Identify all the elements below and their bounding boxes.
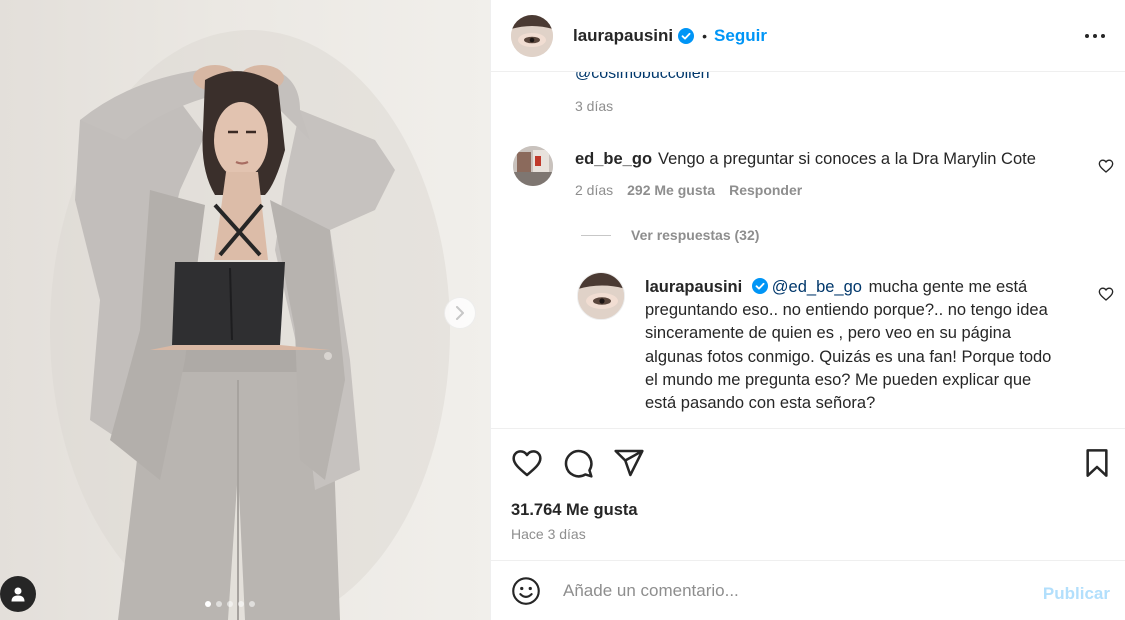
verified-badge-icon	[751, 278, 768, 294]
carousel-dot	[238, 601, 244, 607]
next-image-button[interactable]	[444, 297, 476, 329]
comment-icon[interactable]	[562, 447, 594, 479]
view-replies-label: Ver respuestas (32)	[631, 227, 760, 243]
comment-author[interactable]: ed_be_go	[575, 150, 652, 168]
avatar-image	[513, 146, 553, 186]
carousel-dots	[205, 601, 255, 607]
comment-meta: 2 días 292 Me gusta Responder	[575, 182, 802, 198]
previous-comment-mention[interactable]: @cosimobuccolieri	[575, 72, 710, 83]
author-avatar[interactable]	[511, 14, 553, 57]
carousel-dot	[249, 601, 255, 607]
publish-button[interactable]: Publicar	[1043, 584, 1110, 604]
heart-icon[interactable]	[511, 447, 543, 479]
reply-body: mucha gente me está preguntando eso.. no…	[645, 278, 1052, 413]
comment-input[interactable]	[563, 581, 1003, 601]
carousel-dot	[205, 601, 211, 607]
commenter-avatar[interactable]	[513, 146, 553, 186]
reply-author[interactable]: laurapausini	[645, 278, 742, 296]
reply-button[interactable]: Responder	[729, 182, 802, 198]
bookmark-icon[interactable]	[1081, 447, 1113, 479]
paper-plane-icon[interactable]	[613, 447, 645, 479]
comments-list[interactable]: @cosimobuccolieri 3 días ed_be_go Vengo a…	[491, 72, 1125, 428]
post-actions: 31.764 Me gusta Hace 3 días	[491, 428, 1125, 561]
avatar-image	[578, 273, 624, 319]
carousel-dot	[227, 601, 233, 607]
post-timestamp: Hace 3 días	[511, 526, 586, 542]
user-icon	[11, 587, 25, 602]
add-comment-bar: Publicar	[491, 562, 1125, 620]
more-options-icon[interactable]	[1084, 26, 1106, 46]
reply-text: laurapausini @ed_be_go mucha gente me es…	[645, 276, 1065, 415]
chevron-right-icon	[456, 306, 464, 320]
post-likes-count[interactable]: 31.764 Me gusta	[511, 501, 638, 520]
avatar-image	[511, 14, 553, 57]
previous-comment-time: 3 días	[575, 98, 614, 114]
header-separator: •	[702, 27, 708, 44]
view-replies-button[interactable]: Ver respuestas (32)	[581, 227, 759, 243]
replies-divider	[581, 234, 611, 236]
verified-badge-icon	[678, 27, 695, 44]
post-header: laurapausini • Seguir	[491, 0, 1125, 72]
post-media[interactable]	[0, 0, 490, 620]
follow-button[interactable]: Seguir	[714, 26, 767, 46]
author-username[interactable]: laurapausini	[573, 26, 673, 46]
post-sidebar: laurapausini • Seguir @cosimobuccolieri …	[490, 0, 1125, 620]
reply-like-heart-icon[interactable]	[1098, 286, 1114, 302]
reply-author-avatar[interactable]	[577, 272, 625, 320]
emoji-icon[interactable]	[511, 576, 541, 606]
carousel-dot	[216, 601, 222, 607]
tagged-users-button[interactable]	[0, 576, 36, 612]
comment-likes[interactable]: 292 Me gusta	[627, 182, 715, 198]
comment-text: ed_be_go Vengo a preguntar si conoces a l…	[575, 148, 1075, 170]
post-photo	[50, 30, 450, 620]
reply-mention[interactable]: @ed_be_go	[772, 278, 862, 296]
comment-time: 2 días	[575, 182, 614, 198]
comment-body: Vengo a preguntar si conoces a la Dra Ma…	[658, 150, 1036, 168]
comment-like-heart-icon[interactable]	[1098, 158, 1114, 174]
